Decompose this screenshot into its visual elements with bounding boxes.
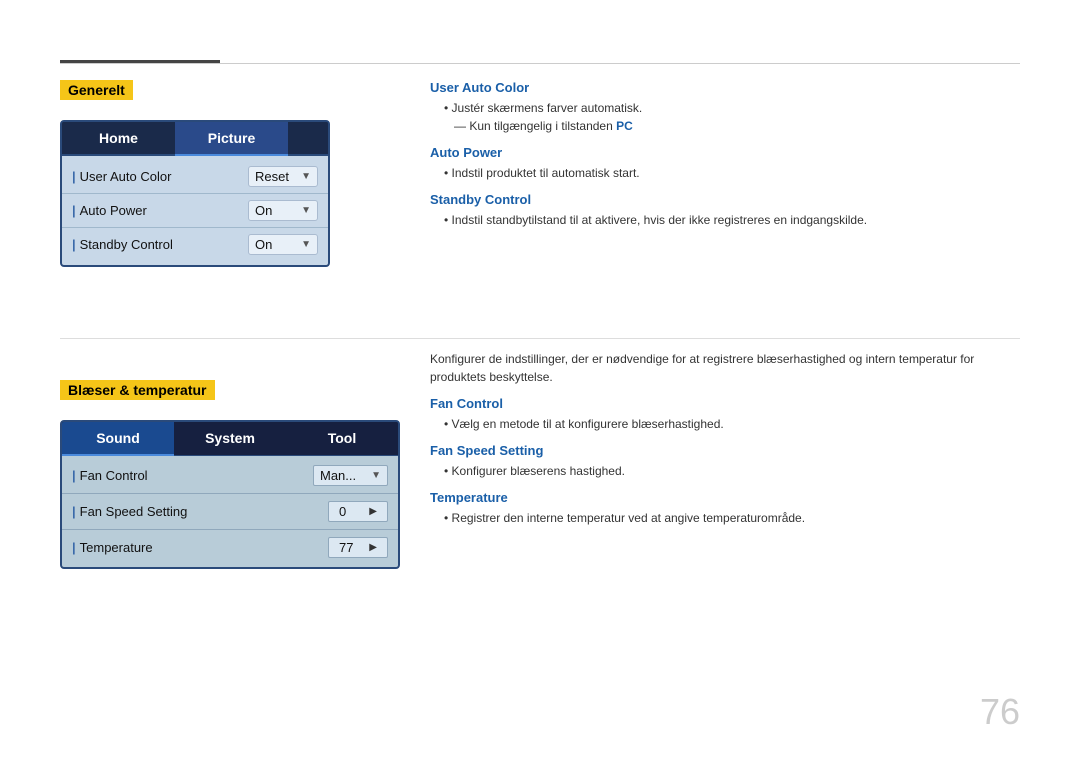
blaeser-menu-panel: Sound System Tool Fan Control Man... ▼ F… <box>60 420 400 569</box>
fan-speed-value: 0 <box>339 504 346 519</box>
table-row: Temperature 77 ▶ <box>62 530 398 565</box>
blaeser-menu-rows: Fan Control Man... ▼ Fan Speed Setting 0… <box>62 456 398 567</box>
top-line-full <box>60 63 1020 64</box>
arrow-right-icon: ▶ <box>369 506 377 517</box>
desc-user-auto-color-bullet: Justér skærmens farver automatisk. <box>444 99 1020 117</box>
generelt-tabs: Home Picture <box>62 122 328 156</box>
user-auto-color-value: Reset <box>255 169 289 184</box>
generelt-heading: Generelt <box>60 80 133 100</box>
fan-control-value: Man... <box>320 468 356 483</box>
generelt-section: Generelt Home Picture User Auto Color Re… <box>60 80 330 267</box>
fan-control-label: Fan Control <box>72 468 313 483</box>
user-auto-color-label: User Auto Color <box>72 169 248 184</box>
arrow-right-icon: ▶ <box>369 542 377 553</box>
blaeser-section: Blæser & temperatur Sound System Tool Fa… <box>60 380 400 569</box>
tab-picture[interactable]: Picture <box>175 122 288 156</box>
tab-tool[interactable]: Tool <box>286 422 398 456</box>
desc-fan-speed-bullet: Konfigurer blæserens hastighed. <box>444 462 1020 480</box>
generelt-descriptions: User Auto Color Justér skærmens farver a… <box>430 80 1020 229</box>
temperature-control[interactable]: 77 ▶ <box>328 537 388 558</box>
generelt-menu-rows: User Auto Color Reset ▼ Auto Power On ▼ … <box>62 156 328 265</box>
chevron-down-icon: ▼ <box>371 470 381 481</box>
auto-power-value: On <box>255 203 272 218</box>
table-row: Standby Control On ▼ <box>62 228 328 261</box>
desc-user-auto-color-sub: ― Kun tilgængelig i tilstanden PC <box>454 117 1020 135</box>
table-row: Auto Power On ▼ <box>62 194 328 228</box>
blaeser-tabs: Sound System Tool <box>62 422 398 456</box>
desc-fan-control-bullet: Vælg en metode til at konfigurere blæser… <box>444 415 1020 433</box>
chevron-down-icon: ▼ <box>301 205 311 216</box>
page-number: 76 <box>980 691 1020 733</box>
fan-speed-control[interactable]: 0 ▶ <box>328 501 388 522</box>
auto-power-control[interactable]: On ▼ <box>248 200 318 221</box>
temperature-value: 77 <box>339 540 353 555</box>
desc-temperature-heading: Temperature <box>430 490 1020 505</box>
standby-control-control[interactable]: On ▼ <box>248 234 318 255</box>
tab-home[interactable]: Home <box>62 122 175 156</box>
standby-control-value: On <box>255 237 272 252</box>
table-row: User Auto Color Reset ▼ <box>62 160 328 194</box>
fan-control-control[interactable]: Man... ▼ <box>313 465 388 486</box>
auto-power-label: Auto Power <box>72 203 248 218</box>
tab-system[interactable]: System <box>174 422 286 456</box>
desc-auto-power-bullet: Indstil produktet til automatisk start. <box>444 164 1020 182</box>
fan-speed-setting-label: Fan Speed Setting <box>72 504 328 519</box>
desc-standby-control-heading: Standby Control <box>430 192 1020 207</box>
generelt-menu-panel: Home Picture User Auto Color Reset ▼ Aut… <box>60 120 330 267</box>
section-divider <box>60 338 1020 339</box>
temperature-label: Temperature <box>72 540 328 555</box>
blaeser-intro-text: Konfigurer de indstillinger, der er nødv… <box>430 350 1020 386</box>
desc-sub-text: ― Kun tilgængelig i tilstanden <box>454 119 616 133</box>
blaeser-descriptions: Konfigurer de indstillinger, der er nødv… <box>430 350 1020 527</box>
user-auto-color-control[interactable]: Reset ▼ <box>248 166 318 187</box>
blaeser-heading: Blæser & temperatur <box>60 380 215 400</box>
desc-standby-control-bullet: Indstil standbytilstand til at aktivere,… <box>444 211 1020 229</box>
desc-user-auto-color-heading: User Auto Color <box>430 80 1020 95</box>
table-row: Fan Speed Setting 0 ▶ <box>62 494 398 530</box>
tab-sound[interactable]: Sound <box>62 422 174 456</box>
chevron-down-icon: ▼ <box>301 171 311 182</box>
desc-sub-highlight: PC <box>616 119 633 133</box>
desc-fan-control-heading: Fan Control <box>430 396 1020 411</box>
table-row: Fan Control Man... ▼ <box>62 458 398 494</box>
desc-temperature-bullet: Registrer den interne temperatur ved at … <box>444 509 1020 527</box>
desc-fan-speed-heading: Fan Speed Setting <box>430 443 1020 458</box>
standby-control-label: Standby Control <box>72 237 248 252</box>
desc-auto-power-heading: Auto Power <box>430 145 1020 160</box>
chevron-down-icon: ▼ <box>301 239 311 250</box>
